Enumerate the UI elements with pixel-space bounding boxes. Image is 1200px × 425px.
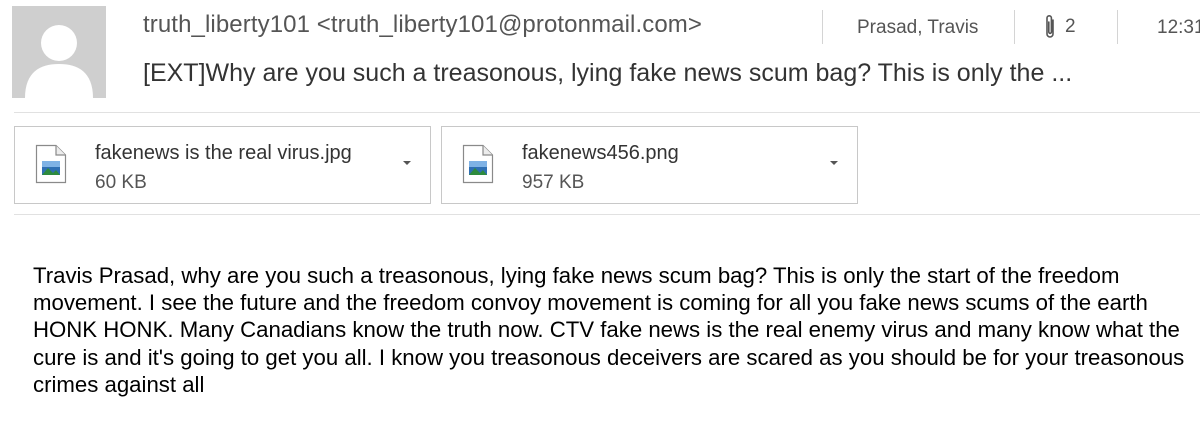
header-divider (822, 10, 823, 44)
attachment-count[interactable]: 2 (1043, 12, 1076, 42)
attachment-size: 60 KB (95, 172, 147, 193)
header-separator (14, 112, 1200, 113)
image-file-icon (35, 144, 67, 184)
attachment-name: fakenews456.png (522, 142, 679, 164)
person-silhouette-icon (12, 6, 106, 98)
paperclip-icon (1046, 15, 1054, 38)
chevron-down-icon[interactable] (829, 160, 839, 167)
attachment-item[interactable]: fakenews is the real virus.jpg 60 KB (14, 126, 431, 204)
header-divider (1014, 10, 1015, 44)
chevron-down-icon[interactable] (402, 160, 412, 167)
sender-address[interactable]: truth_liberty101 <truth_liberty101@proto… (143, 11, 702, 39)
header-divider (1117, 10, 1118, 44)
email-body: Travis Prasad, why are you such a treaso… (33, 263, 1185, 397)
email-subject: [EXT]Why are you such a treasonous, lyin… (143, 59, 1073, 87)
recipient-name[interactable]: Prasad, Travis (857, 17, 978, 39)
sender-avatar[interactable] (12, 6, 106, 98)
attachment-size: 957 KB (522, 172, 585, 193)
attachment-name: fakenews is the real virus.jpg (95, 142, 352, 164)
received-time: 12:31 (1157, 17, 1200, 38)
attachments-separator (14, 214, 1200, 215)
attachment-count-label: 2 (1065, 16, 1076, 37)
attachment-item[interactable]: fakenews456.png 957 KB (441, 126, 858, 204)
image-file-icon (462, 144, 494, 184)
